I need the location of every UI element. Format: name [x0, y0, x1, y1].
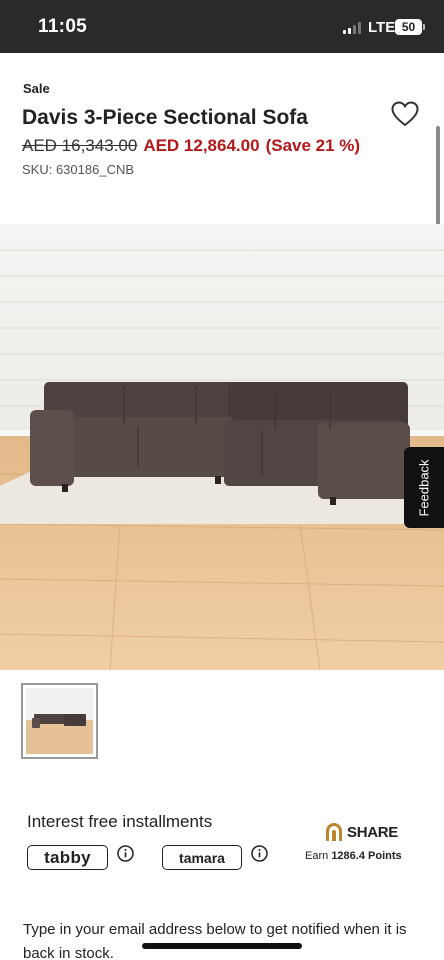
share-label: SHARE — [347, 823, 399, 841]
feedback-label: Feedback — [416, 458, 432, 517]
feedback-tab[interactable]: Feedback — [404, 447, 444, 528]
home-indicator[interactable] — [142, 943, 302, 949]
signal-icon — [343, 22, 365, 34]
price-row: AED 16,343.00 AED 12,864.00 (Save 21 %) — [22, 136, 360, 156]
sku-label: SKU: 630186_CNB — [22, 162, 135, 177]
earn-points: Earn 1286.4 Points — [305, 850, 402, 862]
battery-icon: 50 — [395, 19, 425, 35]
product-title: Davis 3-Piece Sectional Sofa — [22, 106, 308, 129]
points-value: 1286.4 Points — [331, 850, 402, 862]
earn-prefix: Earn — [305, 850, 329, 862]
sale-label: Sale — [23, 81, 50, 96]
original-price: AED 16,343.00 — [22, 136, 138, 155]
tabby-badge[interactable]: tabby — [27, 845, 108, 870]
status-time: 11:05 — [38, 16, 88, 37]
sale-price: AED 12,864.00 — [143, 136, 260, 155]
heart-icon[interactable] — [391, 101, 419, 127]
info-icon[interactable] — [117, 845, 134, 862]
info-icon[interactable] — [251, 845, 268, 862]
product-thumbnail[interactable] — [21, 683, 98, 759]
share-logo: SHARE — [324, 821, 398, 843]
network-label: LTE — [368, 19, 396, 36]
share-arch-icon — [326, 823, 342, 841]
stock-notice: Type in your email address below to get … — [23, 921, 407, 960]
savings-percent: (Save 21 %) — [265, 136, 361, 155]
product-image[interactable] — [0, 224, 444, 670]
tamara-badge[interactable]: tamara — [162, 845, 242, 870]
installments-heading: Interest free installments — [27, 812, 213, 831]
status-bar: 11:05 LTE 50 — [0, 0, 444, 53]
